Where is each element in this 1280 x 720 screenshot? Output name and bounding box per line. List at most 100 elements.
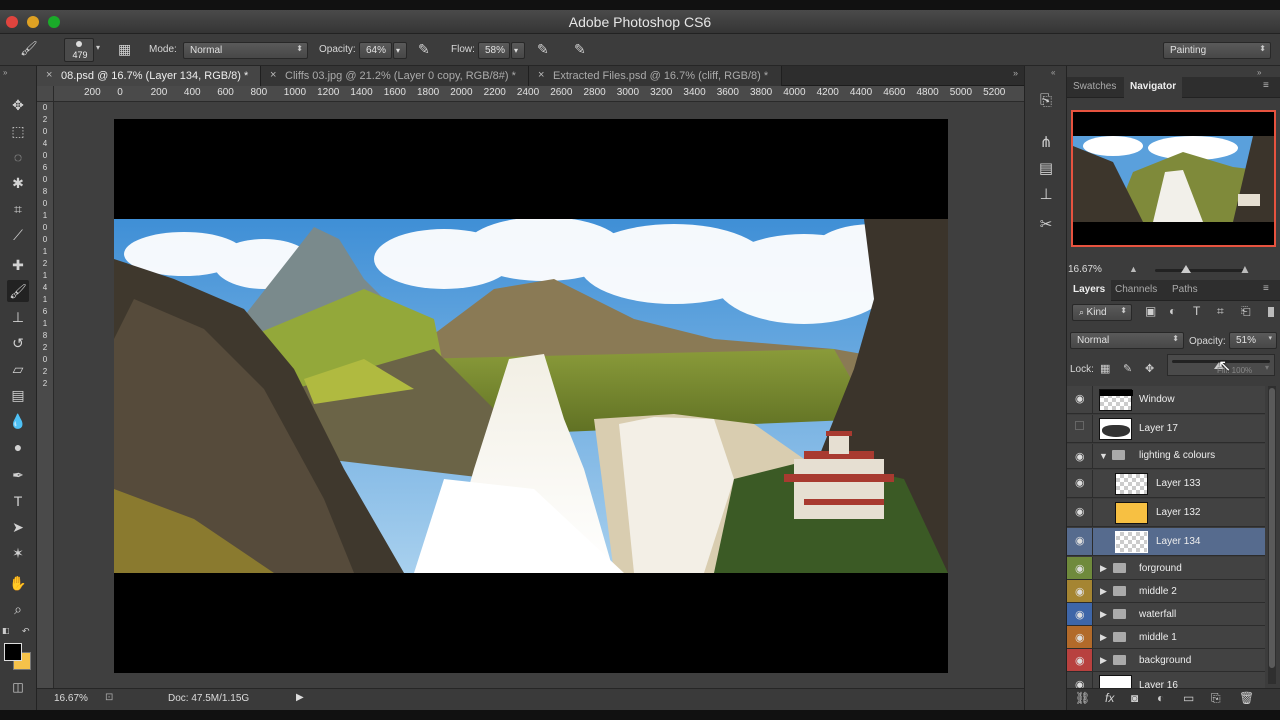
- tab-navigator[interactable]: Navigator: [1124, 77, 1183, 98]
- tab-paths[interactable]: Paths: [1166, 280, 1204, 301]
- close-tab-icon[interactable]: ×: [46, 69, 52, 81]
- opacity-field[interactable]: 64%: [359, 42, 392, 59]
- type-tool-icon[interactable]: T: [7, 490, 29, 512]
- brush-panel-icon[interactable]: ▤: [1035, 158, 1057, 180]
- close-tab-icon[interactable]: ×: [538, 69, 544, 81]
- panel-menu-icon[interactable]: ≡: [1263, 283, 1269, 294]
- quick-mask-icon[interactable]: ◫: [7, 676, 29, 698]
- visibility-toggle[interactable]: ◉: [1067, 386, 1093, 413]
- path-selection-tool-icon[interactable]: ➤: [7, 516, 29, 538]
- group-collapsed-icon[interactable]: ▶: [1100, 609, 1107, 620]
- layer-opacity-field[interactable]: 51% ▾: [1229, 332, 1277, 349]
- default-colors-icon[interactable]: ◧: [2, 626, 10, 635]
- expand-dock-icon[interactable]: «: [1051, 68, 1055, 77]
- flow-field[interactable]: 58%: [478, 42, 510, 59]
- scrollbar-thumb[interactable]: [1269, 388, 1275, 668]
- new-layer-icon[interactable]: ⎘: [1211, 691, 1221, 706]
- filter-toggle[interactable]: [1268, 307, 1274, 317]
- eyedropper-tool-icon[interactable]: ⟋: [7, 224, 29, 246]
- eraser-tool-icon[interactable]: ▱: [7, 358, 29, 380]
- fill-arrow-icon[interactable]: ▾: [1265, 363, 1269, 372]
- lock-transparent-icon[interactable]: ▦: [1100, 362, 1110, 375]
- visibility-toggle[interactable]: [1067, 415, 1093, 442]
- move-tool-icon[interactable]: ✥: [7, 94, 29, 116]
- clone-stamp-tool-icon[interactable]: ⊥: [7, 306, 29, 328]
- visibility-toggle[interactable]: ◉: [1067, 649, 1093, 671]
- clone-source-icon[interactable]: ⊥: [1035, 184, 1057, 206]
- visibility-toggle[interactable]: ◉: [1067, 444, 1093, 468]
- tab-08-psd[interactable]: × 08.psd @ 16.7% (Layer 134, RGB/8) *: [37, 66, 261, 86]
- zoom-tool-icon[interactable]: ⌕: [7, 598, 29, 620]
- visibility-toggle[interactable]: ◉: [1067, 557, 1093, 579]
- workspace-dropdown[interactable]: Painting ⬍: [1163, 42, 1271, 59]
- zoom-out-icon[interactable]: ▲: [1129, 264, 1138, 274]
- history-panel-icon[interactable]: ⎘: [1035, 90, 1057, 112]
- group-collapsed-icon[interactable]: ▶: [1100, 655, 1107, 666]
- crop-tool-icon[interactable]: ⌗: [7, 198, 29, 220]
- status-arrow-icon[interactable]: ▶: [296, 692, 304, 703]
- zoom-in-icon[interactable]: ▲: [1239, 262, 1251, 276]
- pressure-size-icon[interactable]: ✎: [574, 41, 586, 58]
- collapse-toolbar-icon[interactable]: »: [3, 68, 7, 77]
- visibility-toggle[interactable]: ◉: [1067, 528, 1093, 555]
- visibility-toggle[interactable]: ◉: [1067, 470, 1093, 497]
- status-zoom[interactable]: 16.67%: [54, 693, 88, 704]
- filter-kind-dropdown[interactable]: ⌕ Kind ⬍: [1072, 304, 1132, 321]
- navigator-preview[interactable]: [1071, 110, 1276, 247]
- layer-row[interactable]: ◉ Layer 133: [1067, 470, 1265, 498]
- visibility-toggle[interactable]: ◉: [1067, 580, 1093, 602]
- group-row[interactable]: ◉ ▶ forground: [1067, 557, 1265, 580]
- navigator-zoom[interactable]: 16.67%: [1068, 264, 1102, 275]
- filter-pixel-icon[interactable]: ▣: [1145, 304, 1156, 318]
- layer-row[interactable]: Layer 17: [1067, 415, 1265, 443]
- brush-tool-preset-icon[interactable]: 🖌: [20, 40, 38, 57]
- ruler-origin[interactable]: [37, 86, 54, 102]
- status-menu-icon[interactable]: ⊡: [105, 692, 113, 703]
- opacity-slider-toggle[interactable]: ▾: [393, 42, 407, 59]
- delete-layer-icon[interactable]: 🗑: [1239, 691, 1254, 705]
- layer-row-selected[interactable]: ◉ Layer 134: [1067, 528, 1265, 556]
- add-mask-icon[interactable]: ◙: [1131, 691, 1138, 705]
- brush-tool-icon[interactable]: 🖌: [7, 280, 29, 302]
- tab-cliffs-03[interactable]: × Cliffs 03.jpg @ 21.2% (Layer 0 copy, RG…: [261, 66, 529, 86]
- filter-smart-object-icon[interactable]: ⎗: [1241, 304, 1251, 319]
- horizontal-ruler[interactable]: 200 0 200 400 600 800 1000 1200 1400 1600 1800 2000…: [54, 86, 1024, 102]
- close-tab-icon[interactable]: ×: [270, 69, 276, 81]
- brush-size-picker[interactable]: 479: [64, 38, 94, 62]
- marquee-tool-icon[interactable]: ⬚: [7, 120, 29, 142]
- tab-extracted-files[interactable]: × Extracted Files.psd @ 16.7% (cliff, RGB…: [529, 66, 782, 86]
- group-collapsed-icon[interactable]: ▶: [1100, 586, 1107, 597]
- airbrush-icon[interactable]: ✎: [537, 41, 549, 58]
- filter-type-icon[interactable]: T: [1193, 304, 1200, 318]
- layer-row[interactable]: ◉ Window: [1067, 386, 1265, 414]
- slider-handle[interactable]: [1181, 265, 1191, 273]
- filter-shape-icon[interactable]: ⌗: [1217, 304, 1224, 319]
- group-row[interactable]: ◉ ▶ background: [1067, 649, 1265, 672]
- group-row[interactable]: ◉ ▼ lighting & colours: [1067, 444, 1265, 469]
- group-row[interactable]: ◉ ▶ middle 1: [1067, 626, 1265, 649]
- layer-row[interactable]: ◉ Layer 132: [1067, 499, 1265, 527]
- shape-tool-icon[interactable]: ✶: [7, 542, 29, 564]
- blend-mode-dropdown[interactable]: Normal ⬍: [1070, 332, 1184, 349]
- history-brush-tool-icon[interactable]: ↺: [7, 332, 29, 354]
- hand-tool-icon[interactable]: ✋: [7, 572, 29, 594]
- tool-presets-icon[interactable]: ✂: [1035, 214, 1057, 236]
- group-collapsed-icon[interactable]: ▶: [1100, 632, 1107, 643]
- layers-scrollbar[interactable]: [1268, 386, 1276, 684]
- group-row[interactable]: ◉ ▶ waterfall: [1067, 603, 1265, 626]
- dodge-tool-icon[interactable]: ●: [7, 436, 29, 458]
- brush-picker-arrow-icon[interactable]: ▾: [96, 43, 100, 52]
- group-collapsed-icon[interactable]: ▶: [1100, 563, 1107, 574]
- document-canvas[interactable]: [114, 119, 948, 673]
- visibility-toggle[interactable]: ◉: [1067, 626, 1093, 648]
- swap-colors-icon[interactable]: ↶: [22, 626, 30, 637]
- panel-menu-icon[interactable]: ≡: [1263, 80, 1269, 91]
- mode-dropdown[interactable]: Normal ⬍: [183, 42, 308, 59]
- brush-panel-toggle-icon[interactable]: ▦: [118, 41, 131, 58]
- visibility-toggle[interactable]: ◉: [1067, 499, 1093, 526]
- collapse-panels-icon[interactable]: »: [1257, 68, 1261, 77]
- pressure-opacity-icon[interactable]: ✎: [418, 41, 430, 58]
- tab-channels[interactable]: Channels: [1109, 280, 1163, 301]
- lasso-tool-icon[interactable]: ◌: [7, 146, 29, 168]
- tab-swatches[interactable]: Swatches: [1067, 77, 1122, 98]
